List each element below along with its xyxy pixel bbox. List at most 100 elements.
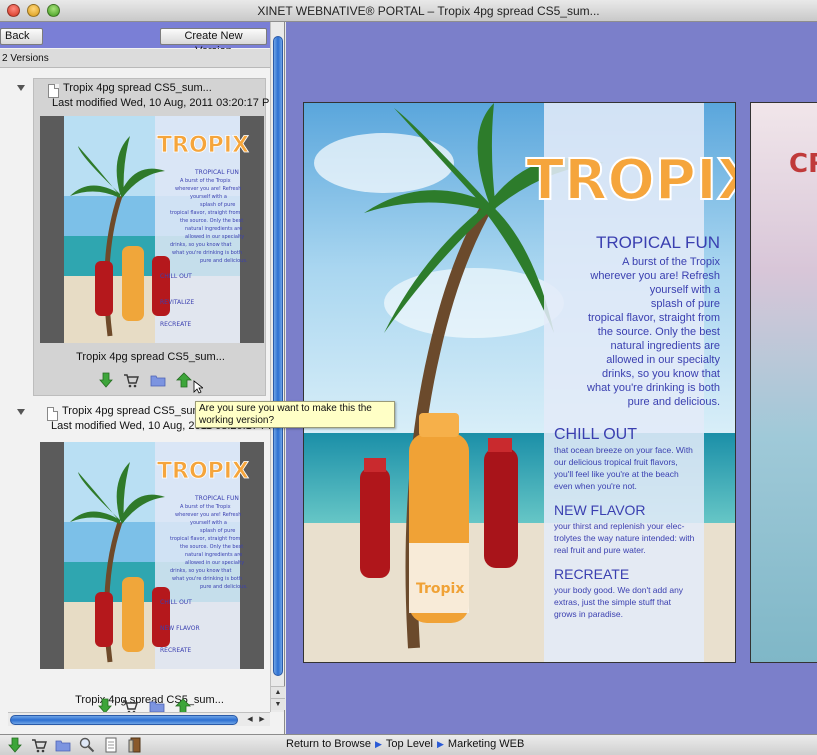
download-icon[interactable] <box>98 372 114 388</box>
window-title: XINET WEBNATIVE® PORTAL – Tropix 4pg spr… <box>257 4 600 18</box>
preview-heading-new-flavor: NEW FLAVOR <box>554 502 646 518</box>
breadcrumb-separator-icon: ▶ <box>374 739 382 749</box>
tropix-thumbnail-image: TROPIX TROPICAL FUN A burst of the Tropi… <box>64 442 249 669</box>
svg-text:pure and delicious.: pure and delicious. <box>200 258 248 264</box>
cart-icon[interactable] <box>123 372 139 388</box>
svg-text:the source. Only the best: the source. Only the best <box>598 326 720 338</box>
svg-text:allowed in our specialty: allowed in our specialty <box>606 354 720 366</box>
preview-bottle-label: Tropix <box>416 581 464 597</box>
svg-text:TROPICAL FUN: TROPICAL FUN <box>194 495 239 502</box>
svg-text:what you're drinking is both: what you're drinking is both <box>172 576 242 582</box>
svg-text:extras, just the simple stuff: extras, just the simple stuff that <box>554 597 672 607</box>
search-icon[interactable] <box>78 737 96 753</box>
svg-text:allowed in our specialty: allowed in our specialty <box>185 560 244 566</box>
svg-text:TROPIX: TROPIX <box>157 133 249 158</box>
version-item: Tropix 4pg spread CS5_sum... Last modifi… <box>0 78 278 398</box>
preview-page-2-text: CR <box>789 149 817 179</box>
svg-text:our delicious tropical fruit f: our delicious tropical fruit flavors, <box>554 457 678 467</box>
preview-page-2[interactable]: CR <box>750 102 817 663</box>
svg-text:natural ingredients are: natural ingredients are <box>185 226 242 232</box>
svg-text:even when you're not.: even when you're not. <box>554 481 637 491</box>
thumbnail-label: Tropix 4pg spread CS5_sum... <box>76 351 225 363</box>
disclosure-triangle-icon[interactable] <box>17 85 25 91</box>
svg-text:natural ingredients are: natural ingredients are <box>611 340 720 352</box>
svg-text:pure and delicious.: pure and delicious. <box>628 396 720 408</box>
document-icon <box>47 407 58 421</box>
preview-page[interactable]: TROPIX TROPICAL FUN A burst of the Tropi… <box>303 102 736 663</box>
svg-text:real fruit and pure water.: real fruit and pure water. <box>554 545 646 555</box>
version-thumbnail[interactable]: TROPIX TROPICAL FUN A burst of the Tropi… <box>40 442 264 669</box>
download-icon[interactable] <box>6 737 24 753</box>
version-name: Tropix 4pg spread CS5_sum... <box>63 82 212 94</box>
vertical-scroll-thumb[interactable] <box>273 36 283 676</box>
svg-text:splash of pure: splash of pure <box>200 202 235 208</box>
versions-count-label: 2 Versions <box>0 49 270 68</box>
make-working-version-tooltip: Are you sure you want to make this the w… <box>195 401 395 428</box>
version-item: Tropix 4pg spread CS5_sum... Last modifi… <box>0 402 277 712</box>
create-new-version-button[interactable]: Create New Version <box>160 28 267 57</box>
svg-text:RECREATE: RECREATE <box>160 321 191 328</box>
svg-text:what you're drinking is both: what you're drinking is both <box>586 382 720 394</box>
svg-text:yourself with a: yourself with a <box>190 520 227 526</box>
breadcrumb-separator-icon: ▶ <box>437 739 444 749</box>
folder-icon[interactable] <box>54 737 72 753</box>
disclosure-triangle-icon[interactable] <box>17 409 25 415</box>
version-name: Tropix 4pg spread CS5_sum... <box>62 405 211 417</box>
horizontal-scroll-thumb[interactable] <box>10 715 238 725</box>
svg-text:you'll feel like you're at the: you'll feel like you're at the beach <box>554 469 679 479</box>
svg-text:tropical flavor, straight from: tropical flavor, straight from <box>170 536 241 542</box>
svg-text:trolytes the way nature intend: trolytes the way nature intended: with <box>554 533 695 543</box>
preview-brand: TROPIX <box>526 148 736 213</box>
svg-text:drinks, so you know that: drinks, so you know that <box>170 568 231 574</box>
svg-text:yourself with a: yourself with a <box>190 194 227 200</box>
svg-text:drinks, so you know that: drinks, so you know that <box>170 242 231 248</box>
version-thumbnail[interactable]: TROPIX TROPICAL FUN A burst of the Tropi… <box>40 116 264 343</box>
tropix-spread-image: TROPIX TROPICAL FUN A burst of the Tropi… <box>304 103 736 662</box>
back-button[interactable]: Back <box>0 28 43 45</box>
version-modified: Last modified Wed, 10 Aug, 2011 03:20:17… <box>52 97 279 109</box>
document-icon <box>48 84 59 98</box>
svg-text:wherever you are! Refresh: wherever you are! Refresh <box>175 186 241 192</box>
make-working-version-icon[interactable] <box>176 372 192 388</box>
version-actions <box>98 372 208 390</box>
svg-text:wherever you are! Refresh: wherever you are! Refresh <box>589 270 720 282</box>
scroll-up-arrow-icon[interactable]: ▲ <box>271 686 285 698</box>
window-titlebar: XINET WEBNATIVE® PORTAL – Tropix 4pg spr… <box>0 0 817 22</box>
svg-text:grows in paradise.: grows in paradise. <box>554 609 623 619</box>
svg-text:tropical flavor, straight from: tropical flavor, straight from <box>588 312 720 324</box>
svg-text:your body good. We don't add a: your body good. We don't add any <box>554 585 684 595</box>
svg-text:A burst of the Tropix: A burst of the Tropix <box>180 178 231 184</box>
scroll-down-arrow-icon[interactable]: ▼ <box>271 698 285 710</box>
breadcrumb: Return to Browse ▶ Top Level ▶ Marketing WEB <box>286 738 524 750</box>
version-card: Tropix 4pg spread CS5_sum... Last modifi… <box>33 78 278 396</box>
preview-heading-tropical: TROPICAL FUN <box>596 233 720 252</box>
exit-door-icon[interactable] <box>126 737 144 753</box>
svg-text:TROPIX: TROPIX <box>157 459 249 484</box>
svg-text:wherever you are! Refresh: wherever you are! Refresh <box>175 512 241 518</box>
cart-icon[interactable] <box>30 737 48 753</box>
svg-text:splash of pure: splash of pure <box>200 528 235 534</box>
vertical-scrollbar[interactable]: ▲ ▼ <box>270 22 285 712</box>
svg-text:tropical flavor, straight from: tropical flavor, straight from <box>170 210 241 216</box>
breadcrumb-top-level[interactable]: Top Level <box>386 738 433 750</box>
svg-text:A burst of the Tropix: A burst of the Tropix <box>180 504 231 510</box>
breadcrumb-return-to-browse[interactable]: Return to Browse <box>286 738 371 750</box>
svg-text:natural ingredients are: natural ingredients are <box>185 552 242 558</box>
versions-panel: Back Create New Version 2 Versions Tropi… <box>0 22 285 734</box>
folder-icon[interactable] <box>150 372 166 388</box>
pointer-cursor-icon <box>193 380 203 394</box>
svg-text:splash of pure: splash of pure <box>651 298 720 310</box>
svg-text:CHILL OUT: CHILL OUT <box>160 273 192 280</box>
svg-text:drinks, so you know that: drinks, so you know that <box>602 368 720 380</box>
horizontal-scrollbar[interactable]: ◀ ▶ <box>8 712 270 726</box>
scroll-right-arrow-icon[interactable]: ▶ <box>256 714 268 726</box>
svg-text:NEW FLAVOR: NEW FLAVOR <box>160 625 200 632</box>
document-info-icon[interactable] <box>102 737 120 753</box>
svg-text:REVITALIZE: REVITALIZE <box>160 299 194 306</box>
breadcrumb-marketing-web[interactable]: Marketing WEB <box>448 738 524 750</box>
svg-text:yourself with a: yourself with a <box>650 284 721 296</box>
scroll-left-arrow-icon[interactable]: ◀ <box>244 714 256 726</box>
svg-text:what you're drinking is both: what you're drinking is both <box>172 250 242 256</box>
preview-heading-recreate: RECREATE <box>554 566 629 582</box>
svg-text:CHILL OUT: CHILL OUT <box>160 599 192 606</box>
